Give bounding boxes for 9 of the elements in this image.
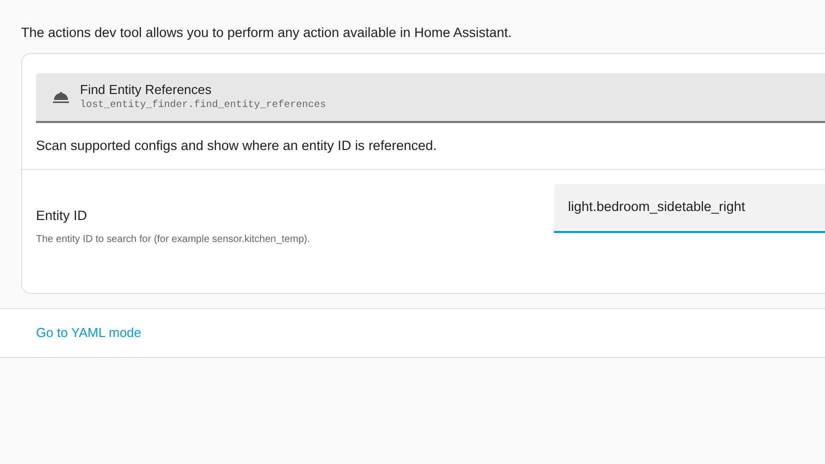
action-picker[interactable]: Find Entity References lost_entity_finder.find_entity_references [36, 73, 825, 123]
intro-text: The actions dev tool allows you to perform any action available in Home Assistant. [21, 25, 512, 40]
action-id: lost_entity_finder.find_entity_references [80, 98, 326, 113]
action-name: Find Entity References [80, 81, 213, 98]
service-bell-icon [52, 90, 70, 104]
action-description: Scan supported configs and show where an entity ID is referenced. [36, 136, 437, 155]
field-label: Entity ID [36, 207, 88, 225]
entity-id-field[interactable]: light.bedroom_sidetable_right [554, 184, 825, 233]
field-help: The entity ID to search for (for example sensor.kitchen_temp). [36, 233, 312, 248]
